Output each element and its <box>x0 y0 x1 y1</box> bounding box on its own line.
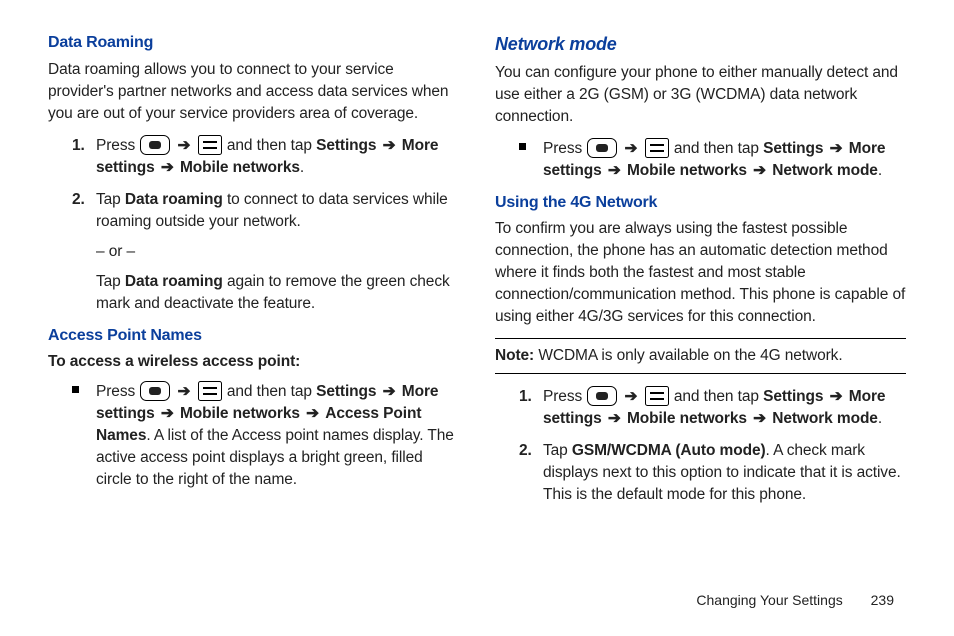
bold-settings: Settings <box>316 383 376 400</box>
arrow-icon: ➔ <box>830 140 843 157</box>
step-text: Tap <box>96 191 125 208</box>
step-number: 1. <box>72 135 85 157</box>
or-divider: – or – <box>96 241 459 263</box>
data-roaming-steps: 1. Press ➔ and then tap Settings ➔ More … <box>72 135 459 315</box>
home-button-icon <box>587 386 617 406</box>
apn-intro: To access a wireless access point: <box>48 351 459 373</box>
two-column-layout: Data Roaming Data roaming allows you to … <box>48 32 906 516</box>
arrow-icon: ➔ <box>753 162 766 179</box>
fourg-steps: 1. Press ➔ and then tap Settings ➔ More … <box>519 386 906 506</box>
step-number: 1. <box>519 386 532 408</box>
bold-mobile-networks: Mobile networks <box>180 159 300 176</box>
step-text: Press <box>96 383 139 400</box>
network-mode-body: You can configure your phone to either m… <box>495 62 906 128</box>
note-body: WCDMA is only available on the 4G networ… <box>534 347 842 364</box>
step-text: Press <box>543 388 586 405</box>
arrow-icon: ➔ <box>178 383 191 400</box>
bold-data-roaming: Data roaming <box>125 273 223 290</box>
bold-network-mode: Network mode <box>772 162 878 179</box>
bold-data-roaming: Data roaming <box>125 191 223 208</box>
data-roaming-body: Data roaming allows you to connect to yo… <box>48 59 459 125</box>
step-1: 1. Press ➔ and then tap Settings ➔ More … <box>519 386 906 430</box>
arrow-icon: ➔ <box>383 137 396 154</box>
right-column: Network mode You can configure your phon… <box>495 32 906 516</box>
apn-list: Press ➔ and then tap Settings ➔ More set… <box>72 381 459 491</box>
bold-settings: Settings <box>316 137 376 154</box>
menu-button-icon <box>198 135 222 155</box>
step-text: and then tap <box>227 137 316 154</box>
period: . <box>878 410 882 427</box>
bold-mobile-networks: Mobile networks <box>627 162 747 179</box>
step-text: Press <box>96 137 139 154</box>
arrow-icon: ➔ <box>306 405 319 422</box>
arrow-icon: ➔ <box>625 388 638 405</box>
note-block: Note: WCDMA is only available on the 4G … <box>495 338 906 374</box>
arrow-icon: ➔ <box>161 159 174 176</box>
period: . <box>300 159 304 176</box>
apn-item: Press ➔ and then tap Settings ➔ More set… <box>72 381 459 491</box>
arrow-icon: ➔ <box>178 137 191 154</box>
bold-mobile-networks: Mobile networks <box>180 405 300 422</box>
heading-network-mode: Network mode <box>495 32 906 58</box>
network-mode-list: Press ➔ and then tap Settings ➔ More set… <box>519 138 906 182</box>
arrow-icon: ➔ <box>608 410 621 427</box>
home-button-icon <box>140 381 170 401</box>
step-2: 2. Tap GSM/WCDMA (Auto mode). A check ma… <box>519 440 906 506</box>
home-button-icon <box>587 138 617 158</box>
left-column: Data Roaming Data roaming allows you to … <box>48 32 459 516</box>
footer-page-number: 239 <box>871 592 894 608</box>
step-1: 1. Press ➔ and then tap Settings ➔ More … <box>72 135 459 179</box>
step-number: 2. <box>519 440 532 462</box>
step-text: and then tap <box>674 388 763 405</box>
square-bullet-icon <box>72 386 79 393</box>
note-label: Note: <box>495 347 534 364</box>
network-mode-item: Press ➔ and then tap Settings ➔ More set… <box>519 138 906 182</box>
step-text: Press <box>543 140 586 157</box>
bold-gsm-wcdma: GSM/WCDMA (Auto mode) <box>572 442 766 459</box>
fourg-body: To confirm you are always using the fast… <box>495 218 906 328</box>
heading-apn: Access Point Names <box>48 325 459 348</box>
arrow-icon: ➔ <box>625 140 638 157</box>
heading-data-roaming: Data Roaming <box>48 32 459 55</box>
bold-settings: Settings <box>763 140 823 157</box>
page-footer: Changing Your Settings 239 <box>696 592 894 608</box>
step-number: 2. <box>72 189 85 211</box>
home-button-icon <box>140 135 170 155</box>
square-bullet-icon <box>519 143 526 150</box>
step-text: and then tap <box>227 383 316 400</box>
menu-button-icon <box>198 381 222 401</box>
step-text: and then tap <box>674 140 763 157</box>
manual-page: Data Roaming Data roaming allows you to … <box>0 0 954 636</box>
step-text: Tap <box>96 273 125 290</box>
bold-mobile-networks: Mobile networks <box>627 410 747 427</box>
arrow-icon: ➔ <box>383 383 396 400</box>
step-alt: Tap Data roaming again to remove the gre… <box>96 271 459 315</box>
arrow-icon: ➔ <box>753 410 766 427</box>
arrow-icon: ➔ <box>608 162 621 179</box>
bold-settings: Settings <box>763 388 823 405</box>
menu-button-icon <box>645 138 669 158</box>
menu-button-icon <box>645 386 669 406</box>
arrow-icon: ➔ <box>161 405 174 422</box>
bold-network-mode: Network mode <box>772 410 878 427</box>
step-text: Tap <box>543 442 572 459</box>
footer-section: Changing Your Settings <box>696 592 842 608</box>
heading-4g: Using the 4G Network <box>495 192 906 215</box>
arrow-icon: ➔ <box>830 388 843 405</box>
step-2: 2. Tap Data roaming to connect to data s… <box>72 189 459 315</box>
period: . <box>878 162 882 179</box>
step-text: . A list of the Access point names displ… <box>96 427 454 488</box>
